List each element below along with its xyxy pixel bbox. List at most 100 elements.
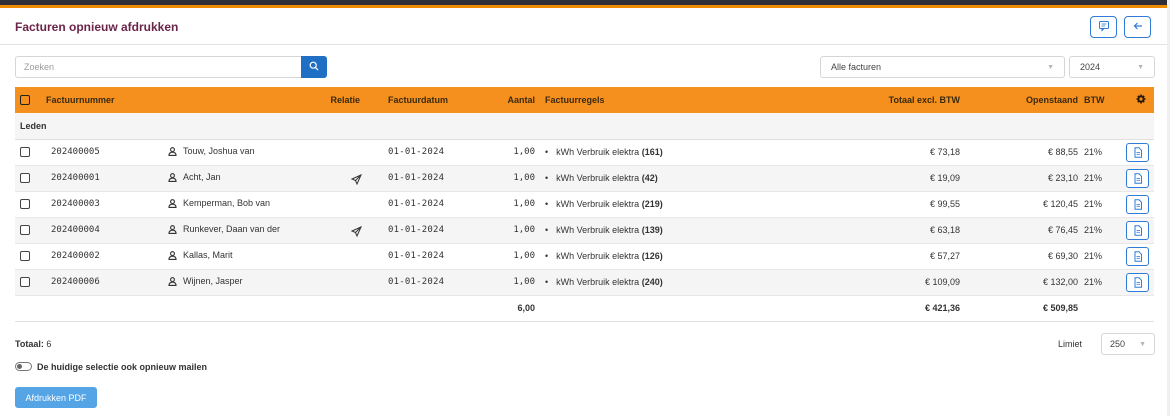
total-incl: € 76,45€ 76,45 (972, 217, 1078, 244)
row-pdf-button[interactable] (1126, 168, 1149, 188)
relation-name[interactable]: Runkever, Daan van der (183, 224, 280, 234)
year-select[interactable]: 2024 ▼ (1069, 56, 1155, 78)
col-header-date[interactable]: Factuurdatum (374, 87, 478, 113)
invoice-date: 01-01-2024 (374, 165, 478, 192)
search-button[interactable] (301, 56, 327, 78)
document-icon (1133, 250, 1143, 262)
row-checkbox[interactable] (20, 251, 30, 262)
col-header-relation[interactable]: Relatie (270, 87, 374, 113)
feedback-button[interactable] (1090, 16, 1117, 38)
total-excl: € 19,09 (865, 165, 972, 192)
back-button[interactable] (1124, 16, 1151, 38)
invoice-amount: 1,00 (478, 139, 535, 166)
invoice-amount: 1,00 (478, 217, 535, 244)
total-incl: € 132,00€ 132,00 (972, 269, 1078, 296)
line-text: kWh Verbruik elektra (556, 251, 640, 261)
totals-row: 6,00 € 421,36€ 509,85€ 509,85 (15, 295, 1154, 322)
gear-icon[interactable] (1136, 94, 1146, 106)
print-pdf-button[interactable]: Afdrukken PDF (15, 387, 97, 408)
row-pdf-button[interactable] (1126, 220, 1149, 240)
row-checkbox[interactable] (20, 147, 30, 158)
group-label: Leden (15, 113, 1154, 140)
mail-again-toggle[interactable] (15, 362, 32, 371)
line-qty: (219) (641, 199, 663, 209)
row-pdf-button[interactable] (1126, 272, 1149, 292)
table-row[interactable]: 202400006 Wijnen, Jasper 01-01-2024 1,00 • kW… (15, 269, 1154, 296)
total-excl: € 109,09 (865, 269, 972, 296)
table-row[interactable]: 202400004 Runkever, Daan van der 01-01-202… (15, 217, 1154, 244)
row-pdf-button[interactable] (1126, 142, 1149, 162)
page-frame: Facturen opnieuw afdrukken Alle facturen… (0, 0, 1167, 416)
col-header-vat[interactable]: BTW (1078, 87, 1116, 113)
relation-name[interactable]: Wijnen, Jasper (183, 276, 243, 286)
invoice-lines: • kWh Verbruik elektra (161) (535, 139, 865, 166)
invoice-number: 202400002 (46, 243, 152, 270)
line-text: kWh Verbruik elektra (556, 199, 640, 209)
invoice-lines: • kWh Verbruik elektra (139) (535, 217, 865, 244)
select-all-checkbox[interactable] (20, 95, 30, 106)
line-qty: (139) (641, 225, 663, 235)
row-checkbox[interactable] (20, 225, 30, 236)
search-bar (15, 56, 327, 78)
table-header: Factuurnummer Relatie Factuurdatum Aanta… (15, 87, 1154, 113)
line-text: kWh Verbruik elektra (556, 173, 640, 183)
document-icon (1133, 172, 1143, 184)
invoice-amount: 1,00 (478, 191, 535, 218)
year-value: 2024 (1080, 62, 1101, 72)
invoice-amount: 1,00 (478, 269, 535, 296)
col-header-excl[interactable]: Totaal excl. BTW (865, 87, 972, 113)
person-icon (168, 146, 177, 158)
total-label: Totaal: (15, 339, 44, 349)
invoice-number: 202400003 (46, 191, 152, 218)
top-bar-accent (0, 5, 1167, 8)
row-pdf-button[interactable] (1126, 246, 1149, 266)
col-header-lines[interactable]: Factuurregels (535, 87, 779, 113)
limit-select[interactable]: 250 ▼ (1101, 333, 1155, 355)
chevron-down-icon: ▼ (1047, 63, 1054, 71)
comment-icon (1098, 20, 1110, 35)
invoice-number: 202400005 (46, 139, 152, 166)
total-incl: € 69,30€ 69,30 (972, 243, 1078, 270)
invoice-date: 01-01-2024 (374, 269, 478, 296)
total-excl: € 99,55 (865, 191, 972, 218)
invoice-type-select[interactable]: Alle facturen ▼ (820, 56, 1065, 78)
invoice-lines: • kWh Verbruik elektra (42) (535, 165, 865, 192)
vat-rate: 21% (1078, 191, 1116, 218)
limit-label: Limiet (1058, 339, 1083, 349)
header-divider (0, 44, 1167, 45)
table-row[interactable]: 202400001 Acht, Jan 01-01-2024 1,00 • kWh Ver… (15, 165, 1154, 192)
invoice-number: 202400004 (46, 217, 152, 244)
col-header-open[interactable]: Openstaand (972, 87, 1078, 113)
invoice-date: 01-01-2024 (374, 191, 478, 218)
document-icon (1133, 198, 1143, 210)
total-value: 6 (46, 339, 52, 349)
document-icon (1133, 224, 1143, 236)
table-row[interactable]: 202400005 Touw, Joshua van 01-01-2024 1,00 •… (15, 139, 1154, 166)
relation-name[interactable]: Kallas, Marit (183, 250, 233, 260)
totals-excl: € 421,36 (865, 295, 972, 322)
search-input[interactable] (15, 56, 301, 78)
totals-incl-open: € 509,85€ 509,85 (972, 295, 1078, 322)
col-header-number[interactable]: Factuurnummer (46, 87, 152, 113)
row-checkbox[interactable] (20, 199, 30, 210)
relation-name[interactable]: Acht, Jan (183, 172, 221, 182)
table-row[interactable]: 202400002 Kallas, Marit 01-01-2024 1,00 • kWh… (15, 243, 1154, 270)
col-header-amount[interactable]: Aantal (478, 87, 535, 113)
relation-name[interactable]: Kemperman, Bob van (183, 198, 270, 208)
row-checkbox[interactable] (20, 173, 30, 184)
open-amount: € 76,45 (1047, 225, 1078, 235)
row-pdf-button[interactable] (1126, 194, 1149, 214)
open-amount: € 132,00 (1042, 277, 1078, 287)
invoice-date: 01-01-2024 (374, 217, 478, 244)
total-incl: € 23,10€ 23,10 (972, 165, 1078, 192)
table-row[interactable]: 202400003 Kemperman, Bob van 01-01-2024 1,0… (15, 191, 1154, 218)
row-checkbox[interactable] (20, 277, 30, 288)
chevron-down-icon: ▼ (1137, 63, 1144, 71)
mail-again-label: De huidige selectie ook opnieuw mailen (37, 362, 208, 372)
vat-rate: 21% (1078, 139, 1116, 166)
sent-mail-icon (350, 225, 362, 239)
relation-name[interactable]: Touw, Joshua van (183, 146, 255, 156)
total-excl: € 57,27 (865, 243, 972, 270)
invoice-lines: • kWh Verbruik elektra (240) (535, 269, 865, 296)
invoice-amount: 1,00 (478, 243, 535, 270)
